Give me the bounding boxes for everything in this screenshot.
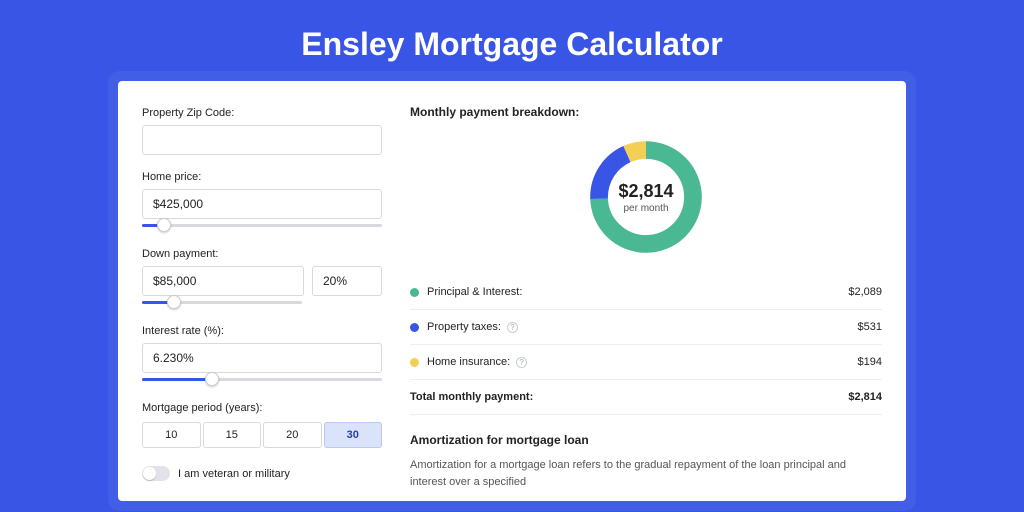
period-btn-20[interactable]: 20 [263,422,322,448]
slider-thumb[interactable] [167,295,181,309]
legend-dot [410,358,419,367]
donut-label: per month [623,203,668,214]
legend-total-value: $2,814 [848,391,882,403]
legend-total-label: Total monthly payment: [410,391,533,403]
legend-name: Property taxes: [427,321,501,333]
home-price-input[interactable] [142,189,382,219]
period-btn-10[interactable]: 10 [142,422,201,448]
veteran-toggle-label: I am veteran or military [178,468,290,480]
legend-dot [410,323,419,332]
home-price-label: Home price: [142,171,382,183]
amortization-title: Amortization for mortgage loan [410,433,882,447]
donut-chart-wrap: $2,814 per month [410,129,882,275]
interest-rate-slider[interactable] [142,372,382,386]
down-payment-pct-input[interactable] [312,266,382,296]
period-btn-30[interactable]: 30 [324,422,383,448]
info-icon[interactable]: ? [507,322,518,333]
legend-name: Principal & Interest: [427,286,522,298]
legend-value: $2,089 [848,286,882,298]
down-payment-slider[interactable] [142,295,302,309]
down-payment-amount-input[interactable] [142,266,304,296]
interest-rate-input[interactable] [142,343,382,373]
period-buttons: 10152030 [142,422,382,448]
slider-thumb[interactable] [205,372,219,386]
period-btn-15[interactable]: 15 [203,422,262,448]
legend-row: Home insurance:? $194 [410,345,882,380]
interest-rate-label: Interest rate (%): [142,325,382,337]
period-label: Mortgage period (years): [142,402,382,414]
amortization-text: Amortization for a mortgage loan refers … [410,457,882,490]
legend-dot [410,288,419,297]
slider-thumb[interactable] [157,218,171,232]
calculator-card: Property Zip Code: Home price: Down paym… [118,81,906,501]
form-panel: Property Zip Code: Home price: Down paym… [142,105,382,501]
zip-input[interactable] [142,125,382,155]
legend-row: Property taxes:? $531 [410,310,882,345]
legend-row: Principal & Interest: $2,089 [410,275,882,310]
legend-total-row: Total monthly payment: $2,814 [410,380,882,415]
toggle-knob [143,467,156,480]
legend-value: $531 [858,321,882,333]
veteran-toggle[interactable] [142,466,170,481]
down-payment-label: Down payment: [142,248,382,260]
legend-name: Home insurance: [427,356,510,368]
zip-label: Property Zip Code: [142,107,382,119]
donut-chart: $2,814 per month [584,135,708,259]
page-title: Ensley Mortgage Calculator [0,0,1024,81]
legend-list: Principal & Interest: $2,089 Property taxe… [410,275,882,380]
donut-amount: $2,814 [618,181,673,202]
home-price-slider[interactable] [142,218,382,232]
legend-value: $194 [858,356,882,368]
breakdown-title: Monthly payment breakdown: [410,105,882,119]
info-icon[interactable]: ? [516,357,527,368]
breakdown-panel: Monthly payment breakdown: $2,814 per mo… [410,105,882,501]
